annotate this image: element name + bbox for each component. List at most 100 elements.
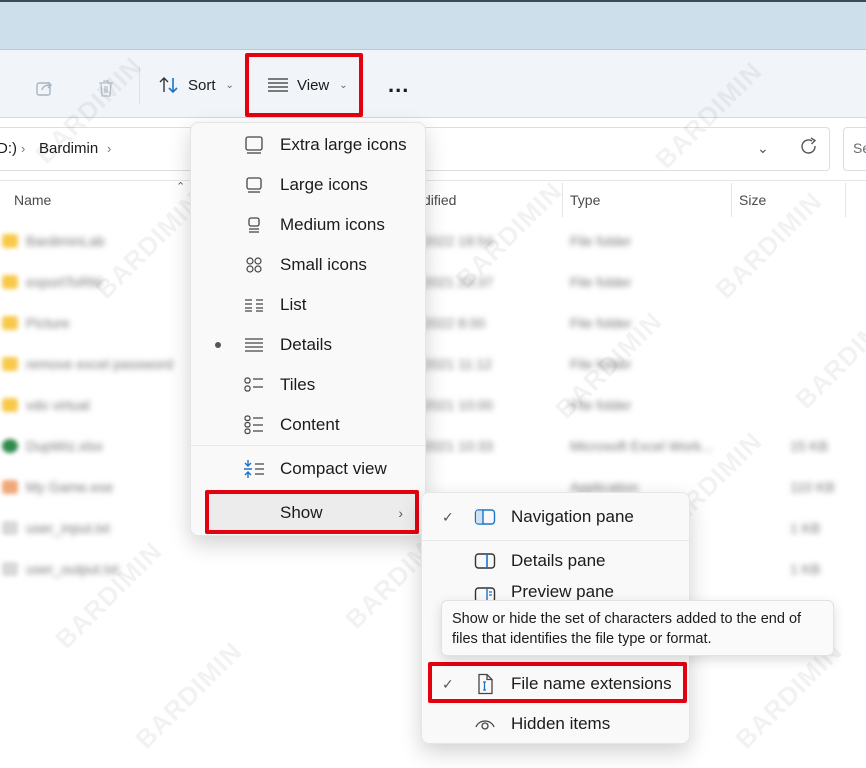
toolbar-divider [139, 66, 140, 104]
menu-separator [191, 445, 425, 446]
refresh-icon[interactable] [799, 137, 819, 162]
menu-item-label: Extra large icons [280, 135, 407, 154]
sort-button[interactable]: Sort ⌄ [158, 67, 234, 103]
tiles-icon [243, 374, 265, 396]
sort-ascending-icon: ⌃ [176, 181, 186, 193]
menu-item-content[interactable]: Content [191, 405, 425, 445]
large-icons-icon [243, 174, 265, 196]
list-icon [243, 294, 265, 316]
file-name: DupWiz.xlsx [26, 438, 104, 454]
menu-item-list[interactable]: List [191, 285, 425, 325]
small-icons-icon [243, 254, 265, 276]
column-divider[interactable] [731, 183, 732, 217]
menu-item-label: List [280, 295, 307, 314]
menu-item-show[interactable]: Show › [205, 493, 417, 533]
eye-icon [474, 713, 496, 735]
menu-item-medium-icons[interactable]: Medium icons [191, 205, 425, 245]
extra-large-icons-icon [243, 134, 265, 156]
file-modified: 2021 23:37 [423, 274, 494, 290]
column-header-date-modified[interactable]: dified [423, 183, 456, 217]
menu-item-details-pane[interactable]: Details pane [422, 541, 689, 581]
file-type: File folder [570, 274, 632, 290]
column-header-name[interactable]: Name [14, 183, 51, 217]
menu-item-label: Large icons [280, 175, 368, 194]
more-icon: ... [388, 72, 410, 97]
file-name: My Game.exe [26, 479, 114, 495]
folder-icon [2, 234, 18, 248]
chevron-down-icon: ⌄ [339, 79, 348, 91]
breadcrumb-bardimin[interactable]: Bardimin [39, 140, 98, 157]
tooltip: Show or hide the set of characters added… [441, 600, 834, 656]
more-options-button[interactable]: ... [388, 67, 409, 103]
menu-item-label: Small icons [280, 255, 367, 274]
folder-icon [2, 275, 18, 289]
file-name: remove excel password [26, 356, 174, 372]
column-divider[interactable] [562, 183, 563, 217]
menu-item-navigation-pane[interactable]: ✓ Navigation pane [422, 497, 689, 537]
text-icon [2, 562, 18, 576]
folder-icon [2, 398, 18, 412]
view-button[interactable]: View ⌄ [267, 67, 348, 103]
breadcrumb-separator-icon: › [107, 141, 112, 156]
menu-item-extra-large-icons[interactable]: Extra large icons [191, 125, 425, 165]
trash-icon [95, 77, 117, 99]
menu-item-label: Details [280, 335, 332, 354]
delete-button[interactable] [95, 70, 117, 106]
share-icon [34, 77, 56, 99]
sort-icon [158, 74, 180, 96]
file-row[interactable]: BardiminLab 2022 18:54 File folder [0, 222, 866, 263]
folder-icon [2, 316, 18, 330]
menu-item-label: Content [280, 415, 340, 434]
file-size: 110 KB [790, 479, 835, 495]
command-bar [0, 50, 866, 118]
menu-item-hidden-items[interactable]: Hidden items [422, 704, 689, 744]
file-size: 1 KB [790, 561, 821, 577]
column-header-type[interactable]: Type [570, 183, 600, 217]
address-history-dropdown-icon[interactable]: ⌄ [757, 140, 769, 157]
view-menu: Extra large icons Large icons Medium icons… [190, 122, 426, 536]
file-modified: 2021 11:12 [423, 356, 493, 372]
checkmark-icon: ✓ [442, 508, 454, 525]
breadcrumb-separator-icon: › [21, 141, 26, 156]
content-icon [243, 414, 265, 436]
breadcrumb-drive[interactable]: D:) [0, 140, 17, 157]
file-size: 1 KB [790, 520, 821, 536]
file-row[interactable]: DupWiz.xlsx 2021 10:33 Microsoft Excel Wor… [0, 427, 866, 468]
menu-item-small-icons[interactable]: Small icons [191, 245, 425, 285]
file-extension-icon [474, 673, 496, 695]
menu-item-compact-view[interactable]: Compact view [191, 449, 425, 489]
file-row[interactable]: remove excel password 2021 11:12 File fold… [0, 345, 866, 386]
menu-item-tiles[interactable]: Tiles [191, 365, 425, 405]
chevron-down-icon: ⌄ [225, 79, 234, 91]
menu-item-label: Details pane [511, 551, 606, 570]
menu-item-label: Preview pane [511, 582, 615, 601]
file-name: user_input.txt [26, 520, 111, 536]
checkmark-icon: ✓ [442, 675, 454, 692]
file-row[interactable]: Picture 2022 8:00 File folder [0, 304, 866, 345]
file-row[interactable]: exportToRM 2021 23:37 File folder [0, 263, 866, 304]
column-divider[interactable] [845, 183, 846, 217]
chevron-right-icon: › [398, 505, 403, 521]
file-name: exportToRM [26, 274, 102, 290]
text-icon [2, 521, 18, 535]
file-name: BardiminLab [26, 233, 105, 249]
menu-item-label: Navigation pane [511, 507, 634, 526]
column-header-size[interactable]: Size [739, 183, 766, 217]
file-type: File folder [570, 397, 632, 413]
file-type: File folder [570, 356, 632, 372]
file-size: 15 KB [790, 438, 829, 454]
watermark: BARDIMIN [129, 635, 249, 755]
compact-view-icon [243, 458, 265, 480]
menu-item-large-icons[interactable]: Large icons [191, 165, 425, 205]
menu-item-details[interactable]: Details [191, 325, 425, 365]
share-button[interactable] [34, 70, 56, 106]
file-modified: 2022 8:00 [423, 315, 486, 331]
title-bar [0, 0, 866, 50]
file-name: Picture [26, 315, 70, 331]
medium-icons-icon [243, 214, 265, 236]
search-input[interactable]: Se [843, 127, 866, 171]
menu-item-file-name-extensions[interactable]: ✓ File name extensions [422, 664, 689, 704]
search-placeholder: Se [853, 140, 866, 156]
selected-bullet-icon [215, 342, 221, 348]
file-row[interactable]: vdo virtual 2021 10:00 File folder [0, 386, 866, 427]
